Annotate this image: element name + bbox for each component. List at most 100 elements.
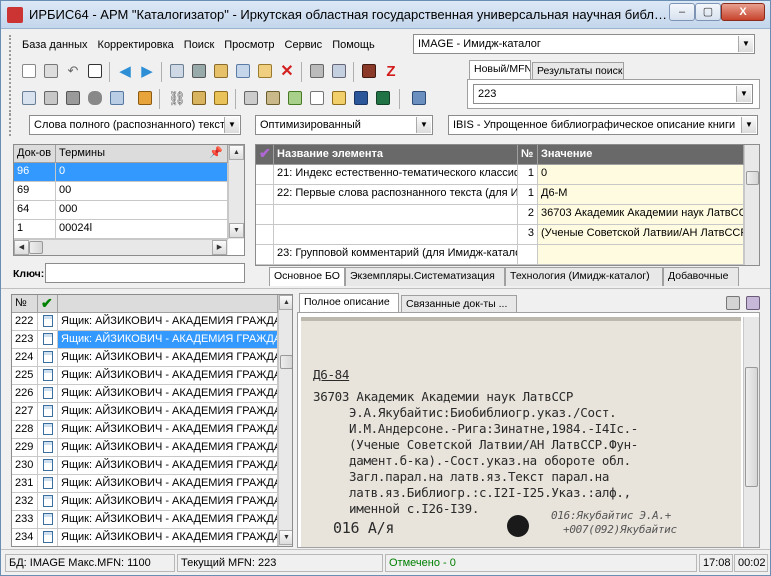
chevron-down-icon[interactable]: ▼ <box>741 117 756 133</box>
table-icon[interactable] <box>189 61 209 81</box>
copy-record-icon[interactable] <box>85 61 105 81</box>
maximize-button[interactable]: ▢ <box>695 3 721 21</box>
key-input[interactable] <box>45 263 245 283</box>
new-document-icon[interactable] <box>19 61 39 81</box>
record-mfn[interactable]: 234 <box>12 529 38 546</box>
record-text[interactable]: Ящик: АЙЗИКОВИЧ - АКАДЕМИЯ ГРАЖДАНСКОЙ А… <box>58 349 278 367</box>
record-text[interactable]: Ящик: АЙЗИКОВИЧ - АКАДЕМИЯ ГРАЖДАНСКОЙ А… <box>58 439 278 457</box>
record-mfn[interactable]: 225 <box>12 367 38 385</box>
terms-row-count[interactable]: 1 <box>14 220 56 239</box>
word-icon[interactable] <box>351 88 371 108</box>
format-select[interactable]: IBIS - Упрощенное библиографическое опис… <box>448 115 758 135</box>
tab-new-mfn[interactable]: Новый/MFN <box>469 60 531 79</box>
chevron-down-icon[interactable]: ▼ <box>736 86 751 102</box>
terms-row-term[interactable]: 00 <box>56 182 228 201</box>
mfn-input[interactable]: 223 ▼ <box>473 84 753 104</box>
field-value[interactable]: 36703 Академик Академии наук ЛатвССР <box>538 205 744 225</box>
open-folder-icon[interactable] <box>329 88 349 108</box>
records-vertical-scrollbar[interactable]: ▲ ▼ <box>278 295 292 546</box>
record-text[interactable]: Ящик: АЙЗИКОВИЧ - АКАДЕМИЯ ГРАЖДАНСКОЙ А… <box>58 385 278 403</box>
field-value[interactable] <box>538 245 744 265</box>
record-text[interactable]: Ящик: АЙЗИКОВИЧ - АКАДЕМИЯ ГРАЖДАНСКОЙ А… <box>58 529 278 546</box>
terms-row-count[interactable]: 64 <box>14 201 56 220</box>
terms-row-count[interactable]: 69 <box>14 182 56 201</box>
chevron-down-icon[interactable]: ▼ <box>738 36 753 52</box>
menu-search[interactable]: Поиск <box>179 34 219 56</box>
field-name[interactable]: 21: Индекс естественно-тематического кла… <box>274 165 518 185</box>
scroll-up-icon[interactable]: ▲ <box>229 145 244 160</box>
checkmark-icon[interactable]: ✔ <box>38 295 58 313</box>
pages-icon[interactable] <box>307 88 327 108</box>
folder-icon[interactable] <box>211 88 231 108</box>
record-text[interactable]: Ящик: АЙЗИКОВИЧ - АКАДЕМИЯ ГРАЖДАНСКОЙ А… <box>58 457 278 475</box>
record-text[interactable]: Ящик: АЙЗИКОВИЧ - АКАДЕМИЯ ГРАЖДАНСКОЙ А… <box>58 511 278 529</box>
fields-header-value[interactable]: Значение <box>538 145 744 165</box>
record-mfn[interactable]: 222 <box>12 313 38 331</box>
scroll-left-icon[interactable]: ◀ <box>14 240 29 255</box>
arrow-left-icon[interactable]: ◀ <box>115 61 135 81</box>
tab-basic-bo[interactable]: Основное БО <box>269 267 345 286</box>
brush-icon[interactable] <box>135 88 155 108</box>
field-name[interactable]: 23: Групповой комментарий (для Имидж-кат… <box>274 245 518 265</box>
undo-icon[interactable]: ↶ <box>63 61 83 81</box>
preview-vertical-scrollbar[interactable] <box>743 317 759 547</box>
mark-record-icon[interactable] <box>167 61 187 81</box>
view-icon[interactable] <box>723 293 743 313</box>
chevron-down-icon[interactable]: ▼ <box>416 117 431 133</box>
menu-edit[interactable]: Корректировка <box>93 34 179 56</box>
fields-vertical-scrollbar[interactable] <box>744 145 759 265</box>
record-mfn[interactable]: 232 <box>12 493 38 511</box>
edit-icon[interactable] <box>255 61 275 81</box>
record-mfn[interactable]: 224 <box>12 349 38 367</box>
field-value[interactable]: 0 <box>538 165 744 185</box>
close-button[interactable]: X <box>721 3 765 21</box>
field-name[interactable]: 22: Первые слова распознанного текста (д… <box>274 185 518 205</box>
sort-icon[interactable] <box>233 61 253 81</box>
record-mfn[interactable]: 233 <box>12 511 38 529</box>
terms-row-count[interactable]: 96 <box>14 163 56 182</box>
record-text[interactable]: Ящик: АЙЗИКОВИЧ - АКАДЕМИЯ ГРАЖДАНСКОЙ А… <box>58 331 278 349</box>
title-bar[interactable]: ИРБИС64 - АРМ "Каталогизатор" - Иркутска… <box>1 1 770 29</box>
record-text[interactable]: Ящик: АЙЗИКОВИЧ - АКАДЕМИЯ ГРАЖДАНСКОЙ А… <box>58 421 278 439</box>
splitter[interactable] <box>1 288 770 291</box>
import-icon[interactable] <box>211 61 231 81</box>
terms-vertical-scrollbar[interactable]: ▲ ▼ <box>228 145 244 239</box>
scroll-down-icon[interactable]: ▼ <box>229 223 244 238</box>
record-text[interactable]: Ящик: АЙЗИКОВИЧ - АКАДЕМИЯ ГРАЖДАНСКОЙ А… <box>58 403 278 421</box>
menu-database[interactable]: База данных <box>17 34 93 56</box>
scroll-down-icon[interactable]: ▼ <box>279 530 292 545</box>
record-text[interactable]: Ящик: АЙЗИКОВИЧ - АКАДЕМИЯ ГРАЖДАНСКОЙ А… <box>58 367 278 385</box>
link-icon[interactable]: ⛓ <box>167 88 187 108</box>
fields-header-name[interactable]: Название элемента <box>274 145 518 165</box>
menu-help[interactable]: Помощь <box>327 34 380 56</box>
menu-view[interactable]: Просмотр <box>219 34 279 56</box>
record-mfn[interactable]: 231 <box>12 475 38 493</box>
database-select[interactable]: IMAGE - Имидж-каталог ▼ <box>413 34 755 54</box>
field-value[interactable]: (Ученые Советской Латвии/АН ЛатвССР <box>538 225 744 245</box>
export-icon[interactable] <box>329 61 349 81</box>
attach-icon[interactable] <box>743 293 763 313</box>
record-mfn[interactable]: 228 <box>12 421 38 439</box>
checkmark-icon[interactable]: ✔ <box>256 145 274 165</box>
delete-icon[interactable]: ✕ <box>277 61 297 81</box>
tab-additional[interactable]: Добавочные <box>663 267 739 286</box>
record-text[interactable]: Ящик: АЙЗИКОВИЧ - АКАДЕМИЯ ГРАЖДАНСКОЙ А… <box>58 475 278 493</box>
gray-box-icon[interactable] <box>63 88 83 108</box>
record-text[interactable]: Ящик: АЙЗИКОВИЧ - АКАДЕМИЯ ГРАЖДАНСКОЙ А… <box>58 313 278 331</box>
comment-icon[interactable] <box>19 88 39 108</box>
field-name[interactable] <box>274 205 518 225</box>
terms-row-term[interactable]: 0 <box>56 163 228 182</box>
menu-service[interactable]: Сервис <box>280 34 328 56</box>
save-icon[interactable] <box>41 61 61 81</box>
clipboard-icon[interactable] <box>189 88 209 108</box>
tab-search-results[interactable]: Результаты поиска <box>532 62 624 79</box>
field-value[interactable]: Д6-М <box>538 185 744 205</box>
settings-icon[interactable] <box>409 88 429 108</box>
record-mfn[interactable]: 229 <box>12 439 38 457</box>
tab-technology[interactable]: Технология (Имидж-каталог) <box>505 267 663 286</box>
print-icon[interactable] <box>307 61 327 81</box>
scroll-up-icon[interactable]: ▲ <box>279 295 292 310</box>
worksheet-select[interactable]: Оптимизированный ▼ <box>255 115 433 135</box>
chevron-down-icon[interactable]: ▼ <box>224 117 239 133</box>
excel-icon[interactable] <box>373 88 393 108</box>
